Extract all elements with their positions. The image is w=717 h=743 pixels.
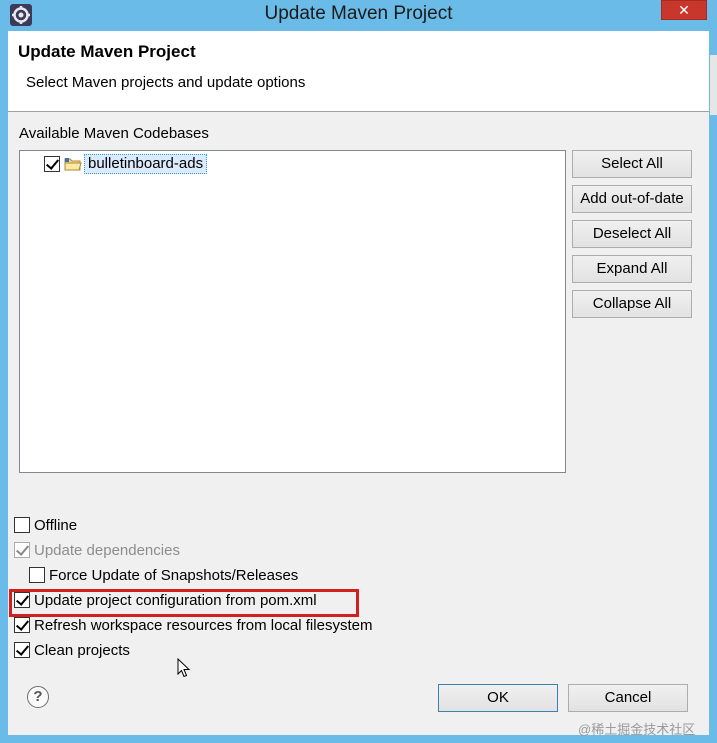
add-out-of-date-button[interactable]: Add out-of-date xyxy=(572,185,692,213)
update-dependencies-label: Update dependencies xyxy=(34,541,180,559)
background-window-strip xyxy=(710,55,717,115)
codebases-tree[interactable]: bulletinboard-ads xyxy=(19,150,566,473)
ok-button[interactable]: OK xyxy=(438,684,558,712)
window-title: Update Maven Project xyxy=(264,3,453,24)
update-dependencies-option: Update dependencies xyxy=(14,540,180,560)
clean-projects-checkbox[interactable] xyxy=(14,642,30,658)
tree-item-label[interactable]: bulletinboard-ads xyxy=(84,154,208,174)
force-update-option[interactable]: Force Update of Snapshots/Releases xyxy=(29,565,298,585)
dialog-client-area: Update Maven Project Select Maven projec… xyxy=(8,31,709,737)
force-update-label: Force Update of Snapshots/Releases xyxy=(49,566,299,584)
offline-label: Offline xyxy=(34,516,78,534)
expand-all-button[interactable]: Expand All xyxy=(572,255,692,283)
page-title: Update Maven Project xyxy=(18,42,196,61)
refresh-workspace-label: Refresh workspace resources from local f… xyxy=(34,616,373,634)
tree-item-checkbox[interactable] xyxy=(44,156,60,172)
mouse-cursor-icon xyxy=(177,658,191,678)
refresh-workspace-option[interactable]: Refresh workspace resources from local f… xyxy=(14,615,372,635)
clean-projects-option[interactable]: Clean projects xyxy=(14,640,130,660)
dialog-header: Update Maven Project Select Maven projec… xyxy=(8,31,709,112)
refresh-workspace-checkbox[interactable] xyxy=(14,617,30,633)
offline-checkbox[interactable] xyxy=(14,517,30,533)
select-all-button[interactable]: Select All xyxy=(572,150,692,178)
page-subtitle: Select Maven projects and update options xyxy=(26,74,306,91)
tree-item[interactable]: bulletinboard-ads xyxy=(44,154,208,174)
codebases-label: Available Maven Codebases xyxy=(19,125,209,142)
offline-option[interactable]: Offline xyxy=(14,515,77,535)
title-bar[interactable]: Update Maven Project ✕ xyxy=(0,0,717,30)
close-button[interactable]: ✕ xyxy=(661,0,707,20)
update-dependencies-checkbox xyxy=(14,542,30,558)
clean-projects-label: Clean projects xyxy=(34,641,130,659)
watermark: @稀土掘金技术社区 xyxy=(578,722,696,737)
maven-folder-icon xyxy=(64,158,82,171)
window-right-edge xyxy=(709,31,717,743)
cancel-button[interactable]: Cancel xyxy=(568,684,688,712)
force-update-checkbox[interactable] xyxy=(29,567,45,583)
dialog-window: Update Maven Project ✕ Update Maven Proj… xyxy=(0,0,717,743)
collapse-all-button[interactable]: Collapse All xyxy=(572,290,692,318)
deselect-all-button[interactable]: Deselect All xyxy=(572,220,692,248)
help-icon[interactable]: ? xyxy=(27,686,49,708)
annotation-highlight-box xyxy=(9,589,359,617)
